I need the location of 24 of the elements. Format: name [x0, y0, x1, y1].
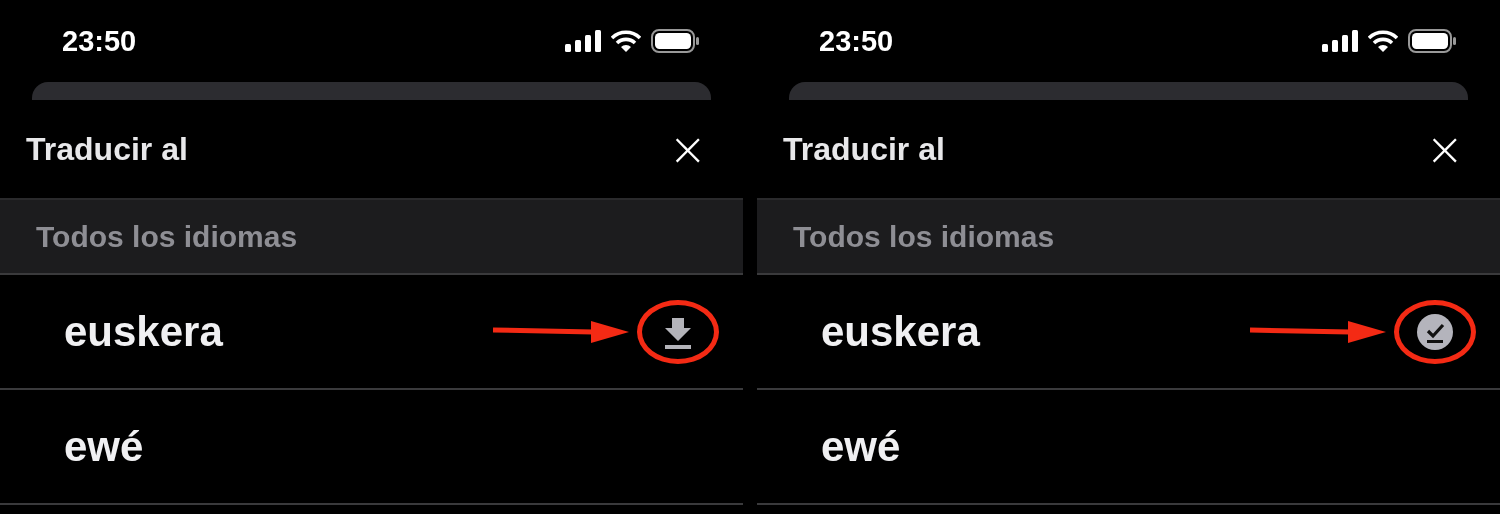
wifi-icon — [611, 30, 641, 52]
status-time: 23:50 — [62, 24, 137, 58]
language-name: euskera — [64, 307, 223, 356]
signal-icon — [565, 30, 601, 52]
language-row[interactable]: ewé — [757, 390, 1500, 505]
sheet-title: Traducir al — [26, 130, 188, 168]
arrow-icon — [493, 319, 629, 344]
language-row[interactable]: ewé — [0, 390, 743, 505]
battery-icon — [1408, 29, 1456, 53]
language-name: ewé — [821, 422, 901, 471]
battery-icon — [651, 29, 699, 53]
language-name: euskera — [821, 307, 980, 356]
arrow-icon — [1250, 319, 1386, 344]
language-name: ewé — [64, 422, 144, 471]
sheet-title: Traducir al — [783, 130, 945, 168]
section-header: Todos los idiomas — [757, 200, 1500, 275]
status-time: 23:50 — [819, 24, 894, 58]
signal-icon — [1322, 30, 1358, 52]
wifi-icon — [1368, 30, 1398, 52]
section-header: Todos los idiomas — [0, 200, 743, 275]
language-row[interactable]: euskera — [0, 275, 743, 390]
language-row[interactable]: euskera — [757, 275, 1500, 390]
close-button[interactable]: × — [1419, 126, 1470, 172]
close-button[interactable]: × — [662, 126, 713, 172]
